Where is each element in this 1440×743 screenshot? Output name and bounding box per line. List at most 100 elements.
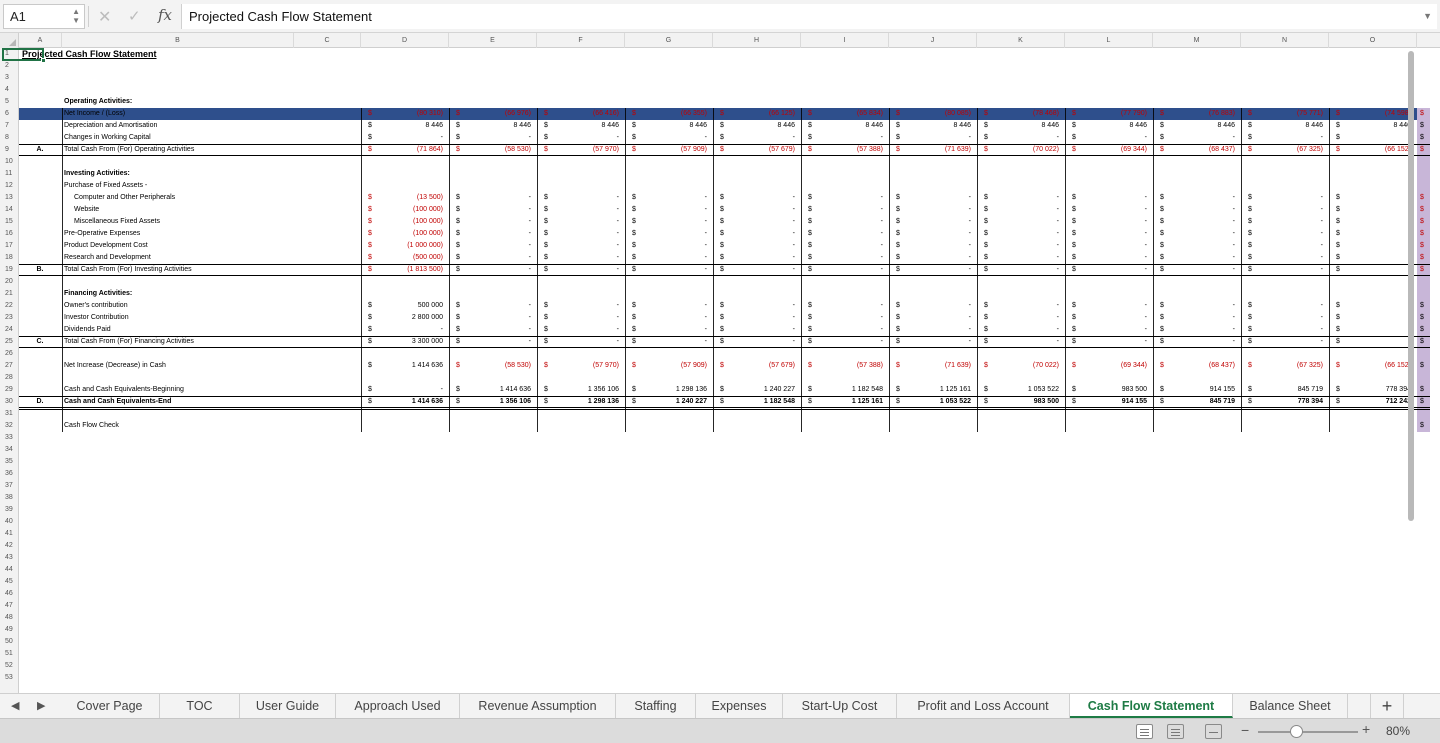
cell-value[interactable]: 845 719 — [1255, 384, 1323, 396]
cell-value[interactable]: - — [1255, 192, 1323, 204]
cell-value[interactable]: - — [1343, 192, 1411, 204]
cell-value[interactable]: - — [815, 240, 883, 252]
cell-value[interactable]: - — [815, 324, 883, 336]
zoom-level[interactable]: 80% — [1386, 724, 1410, 738]
add-sheet-button[interactable]: + — [1370, 694, 1404, 718]
cell-value[interactable]: 914 155 — [1167, 384, 1235, 396]
cell-value[interactable]: - — [639, 204, 707, 216]
cell-value[interactable]: - — [815, 252, 883, 264]
row-header[interactable]: 38 — [0, 492, 19, 504]
cell-value[interactable]: - — [1167, 324, 1235, 336]
cell-value[interactable]: - — [991, 240, 1059, 252]
column-header-l[interactable]: L — [1065, 33, 1153, 48]
cell-value[interactable]: 1 125 161 — [903, 384, 971, 396]
cell-value[interactable]: - — [991, 324, 1059, 336]
row-header[interactable]: 2 — [0, 60, 19, 72]
row-header[interactable]: 37 — [0, 480, 19, 492]
row-header[interactable]: 9 — [0, 144, 19, 156]
cell-value[interactable]: - — [639, 132, 707, 144]
cell-value[interactable]: - — [551, 324, 619, 336]
cell-value[interactable]: (71 639) — [903, 360, 971, 372]
row-header[interactable]: 43 — [0, 552, 19, 564]
cell-value[interactable]: - — [1343, 204, 1411, 216]
row-header[interactable]: 8 — [0, 132, 19, 144]
column-header-k[interactable]: K — [977, 33, 1065, 48]
cell-value[interactable]: - — [727, 312, 795, 324]
cell-value[interactable]: - — [815, 192, 883, 204]
cell-value[interactable]: - — [991, 204, 1059, 216]
cell-value[interactable]: - — [639, 240, 707, 252]
cell-value[interactable]: 1 240 227 — [727, 384, 795, 396]
cell-value[interactable]: (77 790) — [1079, 108, 1147, 120]
cell-value[interactable]: - — [991, 132, 1059, 144]
formula-input[interactable]: Projected Cash Flow Statement — [181, 4, 1437, 29]
cell-value[interactable]: - — [903, 192, 971, 204]
cell-value[interactable]: - — [463, 240, 531, 252]
row-header[interactable]: 33 — [0, 432, 19, 444]
cell-value[interactable]: - — [903, 228, 971, 240]
row-header[interactable]: 20 — [0, 276, 19, 288]
cell-value[interactable]: - — [1255, 204, 1323, 216]
cell-value[interactable]: (100 000) — [375, 216, 443, 228]
row-header[interactable]: 32 — [0, 420, 19, 432]
row-header[interactable]: 51 — [0, 648, 19, 660]
cell-value[interactable]: - — [1167, 312, 1235, 324]
cell-value[interactable]: (500 000) — [375, 252, 443, 264]
column-header-a[interactable]: A — [19, 33, 62, 48]
cell-value[interactable]: - — [1079, 132, 1147, 144]
cell-value[interactable]: - — [1255, 252, 1323, 264]
cell-value[interactable]: (66 976) — [463, 108, 531, 120]
cell-value[interactable]: 1 414 636 — [463, 384, 531, 396]
cell-value[interactable]: - — [551, 132, 619, 144]
cell-value[interactable]: 8 446 — [991, 120, 1059, 132]
cell-value[interactable]: (57 909) — [639, 360, 707, 372]
name-box-stepper-icon[interactable]: ▲ ▼ — [72, 7, 80, 25]
cell-value[interactable]: - — [551, 228, 619, 240]
cell-value[interactable]: - — [1079, 252, 1147, 264]
cell-value[interactable]: 8 446 — [551, 120, 619, 132]
cell-value[interactable]: - — [727, 192, 795, 204]
cell-value[interactable]: - — [1343, 216, 1411, 228]
cell-value[interactable]: 1 182 548 — [815, 384, 883, 396]
cell-value[interactable]: - — [727, 300, 795, 312]
row-header[interactable]: 40 — [0, 516, 19, 528]
cell-value[interactable]: - — [463, 132, 531, 144]
cell-value[interactable]: - — [639, 324, 707, 336]
cell-value[interactable]: 8 446 — [903, 120, 971, 132]
tab-scroll-right-icon[interactable]: ▶ — [37, 699, 45, 712]
cell-value[interactable]: (66 355) — [639, 108, 707, 120]
column-header-o[interactable]: O — [1329, 33, 1417, 48]
cell-value[interactable]: - — [1255, 300, 1323, 312]
cell-value[interactable]: - — [903, 204, 971, 216]
cell-value[interactable]: - — [639, 312, 707, 324]
page-break-view-icon[interactable] — [1205, 724, 1222, 739]
cell-value[interactable]: - — [991, 300, 1059, 312]
row-header[interactable]: 47 — [0, 600, 19, 612]
cell-value[interactable]: - — [463, 300, 531, 312]
cell-value[interactable]: (58 530) — [463, 360, 531, 372]
cell-value[interactable]: (68 437) — [1167, 360, 1235, 372]
cell-value[interactable]: (57 679) — [727, 360, 795, 372]
cell-value[interactable]: 1 356 106 — [551, 384, 619, 396]
cell-value[interactable]: - — [639, 300, 707, 312]
column-header-b[interactable]: B — [62, 33, 294, 48]
cell-value[interactable]: - — [727, 132, 795, 144]
row-header[interactable]: 17 — [0, 240, 19, 252]
cell-value[interactable]: - — [1255, 240, 1323, 252]
cell-value[interactable]: - — [375, 384, 443, 396]
zoom-slider-knob[interactable] — [1290, 725, 1303, 738]
fx-icon[interactable]: fx — [158, 6, 172, 24]
tab-profit-and-loss-account[interactable]: Profit and Loss Account — [897, 694, 1070, 718]
tab-expenses[interactable]: Expenses — [696, 694, 783, 718]
page-layout-view-icon[interactable] — [1167, 724, 1184, 739]
cell-value[interactable]: - — [375, 324, 443, 336]
cell-value[interactable]: - — [551, 252, 619, 264]
column-header-j[interactable]: J — [889, 33, 977, 48]
row-header[interactable]: 6 — [0, 108, 19, 120]
cell-value[interactable]: - — [727, 324, 795, 336]
row-header[interactable]: 16 — [0, 228, 19, 240]
cell-value[interactable]: - — [1343, 300, 1411, 312]
cell-value[interactable]: 1 053 522 — [991, 384, 1059, 396]
cell-value[interactable]: (100 000) — [375, 204, 443, 216]
cell-value[interactable]: - — [463, 312, 531, 324]
